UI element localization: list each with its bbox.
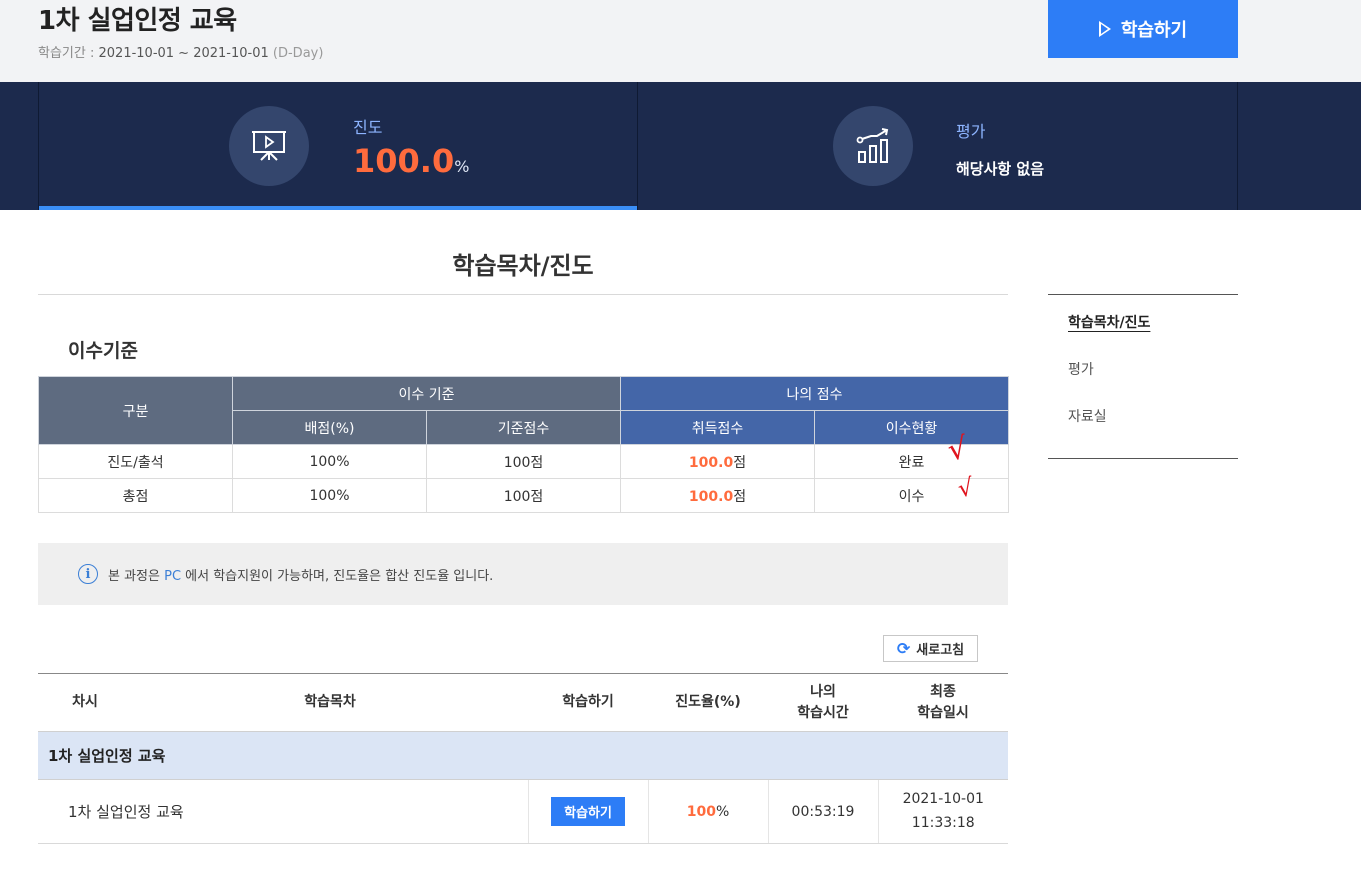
evaluation-label: 평가	[956, 122, 986, 141]
dday-badge: (D-Day)	[272, 46, 324, 61]
lesson-last-study: 2021-10-01 11:33:18	[877, 779, 1008, 844]
row-category: 총점	[38, 478, 233, 513]
lesson-progress: 100%	[647, 779, 768, 844]
row-base: 100점	[425, 444, 622, 479]
header-title: 학습목차	[132, 673, 528, 732]
header-criteria-group: 이수 기준	[231, 376, 622, 411]
header-base-score: 기준점수	[425, 410, 622, 445]
header-my-time: 나의 학습시간	[768, 673, 878, 732]
header-num: 차시	[38, 673, 132, 732]
header-my-score-group: 나의 점수	[620, 376, 1010, 411]
row-category: 진도/출석	[38, 444, 233, 479]
table-row: 1차 실업인정 교육 학습하기 100% 00:53:19 2021-10-01…	[38, 779, 1008, 844]
start-study-label: 학습하기	[1120, 20, 1188, 41]
header-progress: 진도율(%)	[648, 673, 768, 732]
lesson-group-row: 1차 실업인정 교육	[38, 731, 1008, 780]
refresh-label: 새로고침	[916, 643, 965, 658]
side-nav-item-resources[interactable]: 자료실	[1068, 401, 1218, 448]
notice-text: 본 과정은 PC 에서 학습지원이 가능하며, 진도율은 합산 진도율 입니다.	[108, 568, 494, 584]
lesson-group-title: 1차 실업인정 교육	[38, 731, 1008, 780]
notice-box: i 본 과정은 PC 에서 학습지원이 가능하며, 진도율은 합산 진도율 입니…	[38, 543, 1008, 605]
lessons-table: 차시 학습목차 학습하기 진도율(%) 나의 학습시간 최종 학습일시 1차 실업인…	[38, 673, 1008, 844]
course-header: 1차 실업인정 교육 학습기간 : 2021-10-01 ~ 2021-10-0…	[0, 0, 1361, 82]
progress-value: 100.0%	[353, 142, 470, 180]
criteria-title: 이수기준	[68, 340, 138, 362]
row-earned: 100.0점	[620, 444, 816, 479]
progress-panel: 진도 100.0%	[38, 82, 638, 210]
start-study-button[interactable]: 학습하기	[1048, 0, 1238, 58]
period-label: 학습기간 :	[38, 46, 99, 61]
period-dates: 2021-10-01 ~ 2021-10-01	[98, 46, 269, 61]
progress-bar	[39, 206, 637, 210]
progress-label: 진도	[353, 118, 383, 137]
row-weight: 100%	[232, 444, 427, 479]
table-row: 총점 100% 100점 100.0점 이수	[38, 478, 1010, 513]
side-nav-item-evaluation[interactable]: 평가	[1068, 354, 1218, 401]
course-title: 1차 실업인정 교육	[38, 6, 237, 36]
chart-icon	[833, 106, 913, 186]
study-period: 학습기간 : 2021-10-01 ~ 2021-10-01 (D-Day)	[38, 42, 323, 61]
row-weight: 100%	[232, 478, 427, 513]
lesson-study-button[interactable]: 학습하기	[551, 797, 625, 826]
refresh-icon: ⟳	[896, 639, 911, 658]
stats-band: 진도 100.0% 평가 해당사항 없음	[0, 82, 1361, 210]
refresh-button[interactable]: ⟳ 새로고침	[883, 635, 978, 662]
header-study: 학습하기	[528, 673, 648, 732]
header-category: 구분	[38, 376, 233, 445]
lesson-study-cell: 학습하기	[527, 779, 648, 844]
section-divider	[38, 294, 1008, 295]
info-icon: i	[78, 564, 98, 584]
header-earned: 취득점수	[620, 410, 816, 445]
evaluation-value: 해당사항 없음	[956, 160, 1045, 178]
table-row: 진도/출석 100% 100점 100.0점 완료	[38, 444, 1010, 479]
criteria-table: 구분 이수 기준 나의 점수 배점(%) 기준점수 취득점수 이수현황 진도/출…	[38, 376, 1010, 513]
row-base: 100점	[425, 478, 622, 513]
header-weight: 배점(%)	[232, 410, 427, 445]
side-nav: 학습목차/진도 평가 자료실	[1048, 294, 1238, 459]
row-earned: 100.0점	[620, 478, 816, 513]
presentation-icon	[229, 106, 309, 186]
header-status: 이수현황	[814, 410, 1010, 445]
play-icon	[1098, 21, 1111, 37]
row-status: 이수	[814, 478, 1010, 513]
header-last-study: 최종 학습일시	[878, 673, 1008, 732]
lesson-time: 00:53:19	[767, 779, 878, 844]
lesson-title: 1차 실업인정 교육	[38, 779, 528, 844]
section-title: 학습목차/진도	[452, 252, 594, 280]
side-nav-item-toc[interactable]: 학습목차/진도	[1068, 307, 1218, 354]
evaluation-panel: 평가 해당사항 없음	[637, 82, 1238, 210]
row-status: 완료	[814, 444, 1010, 479]
